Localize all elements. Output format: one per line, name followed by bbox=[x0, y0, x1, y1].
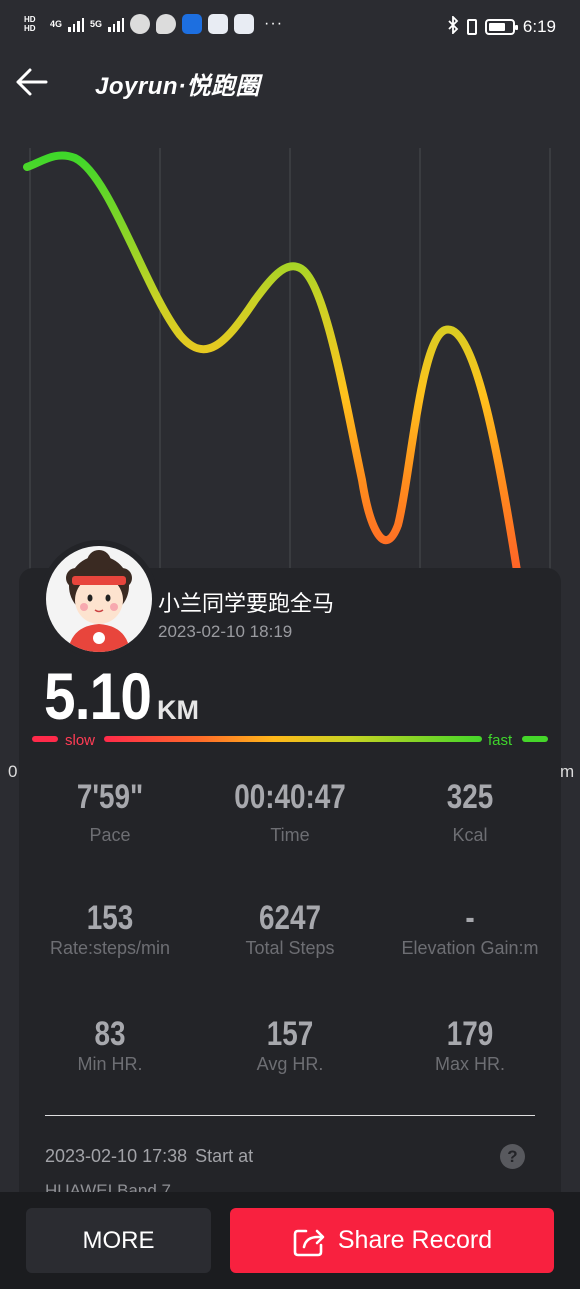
start-info: 2023-02-10 17:38 Start at bbox=[45, 1146, 253, 1167]
hd-indicator: HD HD bbox=[24, 15, 44, 33]
stat-value: 00:40:47 bbox=[234, 778, 346, 816]
stat-label: Time bbox=[270, 825, 310, 845]
share-record-label: Share Record bbox=[337, 1226, 493, 1254]
speed-legend-slow-label: slow bbox=[65, 732, 96, 749]
status-right: 6:19 bbox=[447, 14, 556, 38]
stat-label: Elevation Gain:m bbox=[401, 938, 539, 958]
divider bbox=[45, 1115, 535, 1116]
question-icon[interactable]: ? bbox=[500, 1144, 525, 1169]
stat-label: Kcal bbox=[452, 825, 488, 845]
stat-max-hr: 179 Max HR. bbox=[380, 1015, 560, 1075]
stat-label: Pace bbox=[89, 825, 131, 845]
app-icon bbox=[208, 14, 229, 34]
stat-value: 83 bbox=[94, 1015, 126, 1053]
more-button[interactable]: MORE bbox=[26, 1208, 211, 1273]
stat-elevation-gain: - Elevation Gain:m bbox=[380, 899, 560, 959]
speed-gradient-bar bbox=[104, 736, 482, 742]
battery-icon bbox=[484, 19, 518, 35]
run-datetime: 2023-02-10 18:19 bbox=[158, 622, 293, 641]
avatar[interactable] bbox=[40, 540, 158, 658]
stat-value: 6247 bbox=[258, 899, 322, 937]
back-button[interactable] bbox=[12, 62, 52, 102]
stat-kcal: 325 Kcal bbox=[380, 778, 560, 846]
x-axis-unit-label: m bbox=[560, 762, 575, 781]
stat-label: Max HR. bbox=[434, 1054, 505, 1074]
speed-legend-slow-swatch bbox=[32, 736, 58, 742]
signal-icon bbox=[68, 16, 85, 32]
stat-cadence: 153 Rate:steps/min bbox=[20, 899, 200, 959]
stat-label: Rate:steps/min bbox=[49, 938, 171, 958]
stat-value: 7'59" bbox=[76, 778, 144, 816]
stat-label: Avg HR. bbox=[256, 1054, 324, 1074]
username: 小兰同学要跑全马 bbox=[158, 591, 335, 616]
app-notification-icon bbox=[130, 14, 151, 34]
avatar-illustration bbox=[66, 550, 132, 652]
brand-logo: Joyrun·悦跑圈 bbox=[95, 73, 261, 100]
stat-label: Total Steps bbox=[245, 938, 335, 958]
app-icon bbox=[234, 14, 255, 34]
signal-icon bbox=[108, 16, 125, 32]
hd-bottom: HD bbox=[24, 24, 36, 33]
hd-top: HD bbox=[24, 15, 36, 24]
stat-value: - bbox=[465, 899, 475, 937]
x-axis-start-label: 0 bbox=[8, 762, 18, 781]
status-left: HD HD 4G 5G ··· bbox=[24, 14, 283, 34]
distance-unit: KM bbox=[157, 695, 199, 725]
distance-value: 5.10 bbox=[44, 659, 152, 733]
speed-legend-fast-swatch bbox=[522, 736, 548, 742]
start-label: Start at bbox=[195, 1146, 254, 1166]
stat-min-hr: 83 Min HR. bbox=[20, 1015, 200, 1075]
stat-pace: 7'59" Pace bbox=[20, 778, 200, 846]
share-record-button[interactable]: Share Record bbox=[230, 1208, 554, 1273]
stat-avg-hr: 157 Avg HR. bbox=[200, 1015, 380, 1075]
avatar-image bbox=[46, 546, 152, 652]
vibrate-icon bbox=[466, 19, 477, 35]
message-icon bbox=[156, 14, 177, 34]
share-icon bbox=[293, 1229, 325, 1256]
network-5g-label: 5G bbox=[90, 19, 103, 29]
stat-total-steps: 6247 Total Steps bbox=[200, 899, 380, 959]
stat-label: Min HR. bbox=[77, 1054, 143, 1074]
more-notifications-icon: ··· bbox=[264, 15, 284, 32]
stat-value: 153 bbox=[86, 899, 134, 937]
network-4g-label: 4G bbox=[50, 19, 63, 29]
bulb-icon bbox=[182, 14, 203, 34]
speed-legend-fast-label: fast bbox=[488, 732, 513, 749]
status-bar: HD HD 4G 5G ··· 6:19 bbox=[0, 0, 580, 52]
start-time: 2023-02-10 17:38 bbox=[45, 1146, 188, 1166]
stat-value: 179 bbox=[446, 1015, 494, 1053]
stat-time: 00:40:47 Time bbox=[200, 778, 380, 846]
arrow-left-icon bbox=[16, 68, 48, 96]
bluetooth-icon bbox=[447, 14, 459, 38]
stat-value: 157 bbox=[266, 1015, 314, 1053]
pace-line bbox=[23, 151, 524, 594]
stat-value: 325 bbox=[446, 778, 494, 816]
clock: 6:19 bbox=[522, 17, 556, 36]
